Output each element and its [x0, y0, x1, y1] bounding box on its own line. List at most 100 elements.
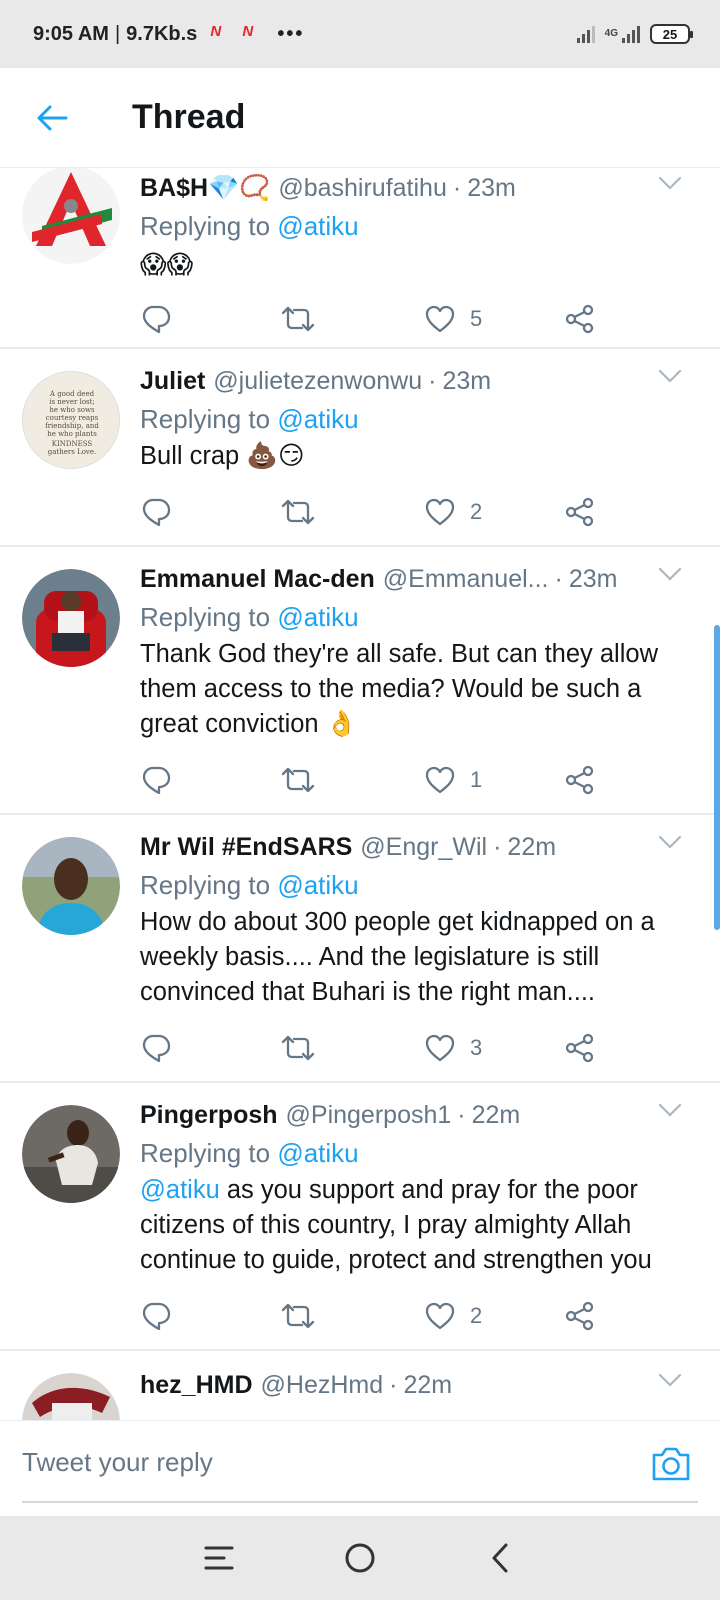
- display-name[interactable]: Juliet: [140, 367, 205, 396]
- tweet-time: 23m: [467, 173, 516, 202]
- svg-text:is never lost;: is never lost;: [49, 398, 95, 406]
- header: Thread: [0, 68, 720, 168]
- retweet-button[interactable]: [280, 304, 316, 334]
- display-name[interactable]: Mr Wil #EndSARS: [140, 833, 352, 862]
- avatar[interactable]: [22, 168, 120, 264]
- replying-to: Replying to @atiku: [140, 1135, 720, 1171]
- replying-to-mention[interactable]: @atiku: [277, 602, 358, 632]
- reply-button[interactable]: [140, 304, 172, 334]
- svg-text:friendship, and: friendship, and: [45, 422, 99, 430]
- retweet-button[interactable]: [280, 497, 316, 527]
- like-button[interactable]: 5: [424, 304, 482, 334]
- like-button[interactable]: 1: [424, 765, 482, 795]
- reply-button[interactable]: [140, 765, 172, 795]
- share-button[interactable]: [564, 497, 596, 527]
- tweet[interactable]: A good deed is never lost; he who sows c…: [0, 349, 720, 547]
- tweet-mention[interactable]: @atiku: [140, 1176, 220, 1204]
- replying-to: Replying to @atiku: [140, 599, 720, 635]
- share-button[interactable]: [564, 1301, 596, 1331]
- user-handle[interactable]: @HezHmd: [261, 1371, 384, 1400]
- tweet-text: Bull crap 💩😏: [140, 442, 305, 470]
- tweet[interactable]: Emmanuel Mac-den @Emmanuel... · 23m Repl…: [0, 547, 720, 815]
- retweet-button[interactable]: [280, 1301, 316, 1331]
- tweet[interactable]: Pingerposh @Pingerposh1 · 22m Replying t…: [0, 1083, 720, 1351]
- like-count: 3: [470, 1035, 483, 1060]
- like-button[interactable]: 2: [424, 497, 482, 527]
- reply-icon: [142, 498, 171, 527]
- reply-button[interactable]: [140, 1033, 172, 1063]
- menu-icon[interactable]: [198, 1536, 242, 1580]
- like-button[interactable]: 3: [424, 1033, 482, 1063]
- thread-feed[interactable]: BA$H💎📿 @bashirufatihu · 23m Replying to …: [0, 168, 720, 1420]
- reply-icon: [142, 1034, 171, 1063]
- replying-to: Replying to @atiku: [140, 401, 720, 437]
- avatar[interactable]: [22, 1105, 120, 1203]
- network-type: 4G: [604, 28, 618, 39]
- share-button[interactable]: [564, 1033, 596, 1063]
- tweet-header: Pingerposh @Pingerposh1 · 22m: [140, 1095, 720, 1135]
- chevron-down-icon[interactable]: [658, 567, 682, 581]
- tweet-header: hez_HMD @HezHmd · 22m: [140, 1365, 720, 1405]
- svg-text:courtesy reaps: courtesy reaps: [46, 414, 99, 422]
- scrollbar[interactable]: [714, 625, 720, 930]
- back-icon[interactable]: [478, 1536, 522, 1580]
- display-name[interactable]: Pingerposh: [140, 1101, 278, 1130]
- svg-text:he who sows: he who sows: [49, 406, 95, 414]
- reply-button[interactable]: [140, 1301, 172, 1331]
- system-nav-bar: [0, 1516, 720, 1600]
- share-button[interactable]: [564, 304, 596, 334]
- tweet-actions: 2: [140, 1292, 720, 1340]
- replying-to-mention[interactable]: @atiku: [277, 404, 358, 434]
- tweet[interactable]: Mr Wil #EndSARS @Engr_Wil · 22m Replying…: [0, 815, 720, 1083]
- replying-to-label: Replying to: [140, 404, 271, 434]
- signal-1-icon: [576, 25, 595, 43]
- camera-icon[interactable]: [650, 1445, 692, 1483]
- tweet-time: 23m: [568, 564, 618, 593]
- home-icon[interactable]: [338, 1536, 382, 1580]
- avatar[interactable]: [22, 569, 120, 667]
- avatar[interactable]: [22, 837, 120, 935]
- tweet[interactable]: BA$H💎📿 @bashirufatihu · 23m Replying to …: [0, 168, 720, 349]
- tweet[interactable]: hez_HMD @HezHmd · 22m: [0, 1351, 720, 1420]
- chevron-down-icon[interactable]: [658, 176, 682, 190]
- reply-icon: [142, 1302, 171, 1331]
- display-name[interactable]: BA$H💎📿: [140, 174, 270, 203]
- display-name[interactable]: Emmanuel Mac-den: [140, 565, 375, 594]
- tweet-text: 😱😱: [140, 251, 194, 279]
- reply-input[interactable]: Tweet your reply: [22, 1447, 213, 1478]
- back-arrow-icon[interactable]: [24, 90, 80, 146]
- chevron-down-icon[interactable]: [658, 1103, 682, 1117]
- share-icon: [565, 1033, 594, 1063]
- user-handle[interactable]: @Engr_Wil: [360, 833, 487, 862]
- reply-button[interactable]: [140, 497, 172, 527]
- user-handle[interactable]: @Pingerposh1: [286, 1101, 452, 1130]
- status-bar: 9:05 AM | 9.7Kb.s ••• 4G 25: [0, 0, 720, 68]
- svg-text:he who plants: he who plants: [47, 430, 97, 438]
- status-left: 9:05 AM | 9.7Kb.s •••: [33, 23, 304, 46]
- tweet-actions: 1: [140, 756, 720, 804]
- user-handle[interactable]: @julietezenwonwu: [213, 367, 422, 396]
- replying-to-mention[interactable]: @atiku: [277, 1138, 358, 1168]
- avatar[interactable]: [22, 1373, 120, 1420]
- retweet-button[interactable]: [280, 1033, 316, 1063]
- replying-to-mention[interactable]: @atiku: [277, 211, 358, 241]
- share-icon: [565, 1301, 594, 1331]
- reply-composer: Tweet your reply: [0, 1420, 720, 1516]
- page-title: Thread: [132, 98, 246, 136]
- retweet-icon: [281, 499, 315, 525]
- replying-to-mention[interactable]: @atiku: [277, 870, 358, 900]
- display-name[interactable]: hez_HMD: [140, 1371, 253, 1400]
- user-handle[interactable]: @bashirufatihu: [278, 174, 447, 203]
- chevron-down-icon[interactable]: [658, 369, 682, 383]
- avatar[interactable]: A good deed is never lost; he who sows c…: [22, 371, 120, 469]
- svg-text:gathers Love.: gathers Love.: [48, 448, 96, 456]
- reply-input-underline: [22, 1501, 698, 1503]
- user-handle[interactable]: @Emmanuel...: [383, 565, 549, 594]
- like-button[interactable]: 2: [424, 1301, 482, 1331]
- chevron-down-icon[interactable]: [658, 835, 682, 849]
- chevron-down-icon[interactable]: [658, 1373, 682, 1387]
- share-button[interactable]: [564, 765, 596, 795]
- retweet-button[interactable]: [280, 765, 316, 795]
- separator-dot: ·: [457, 1100, 466, 1129]
- separator-dot: ·: [389, 1370, 398, 1399]
